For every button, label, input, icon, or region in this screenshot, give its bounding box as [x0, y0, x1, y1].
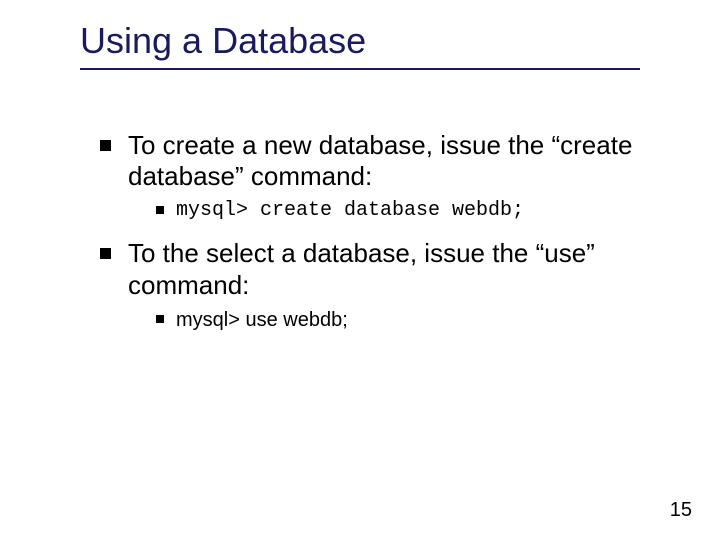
bullet-list: To create a new database, issue the “cre… [100, 130, 670, 333]
sub-bullet-item: mysql> use webdb; [156, 307, 670, 333]
sub-bullet-list: mysql> use webdb; [156, 307, 670, 333]
title-underline [80, 68, 640, 70]
bullet-item: To create a new database, issue the “cre… [100, 130, 670, 224]
page-number: 15 [670, 499, 692, 522]
bullet-item: To the select a database, issue the “use… [100, 238, 670, 332]
slide-title: Using a Database [80, 20, 670, 62]
sub-bullet-text: mysql> create database webdb; [176, 199, 524, 222]
slide: Using a Database To create a new databas… [0, 0, 720, 540]
sub-bullet-text: mysql> use webdb; [176, 309, 348, 331]
bullet-text: To create a new database, issue the “cre… [128, 130, 632, 191]
sub-bullet-list: mysql> create database webdb; [156, 198, 670, 224]
bullet-text: To the select a database, issue the “use… [128, 238, 595, 299]
sub-bullet-item: mysql> create database webdb; [156, 198, 670, 224]
